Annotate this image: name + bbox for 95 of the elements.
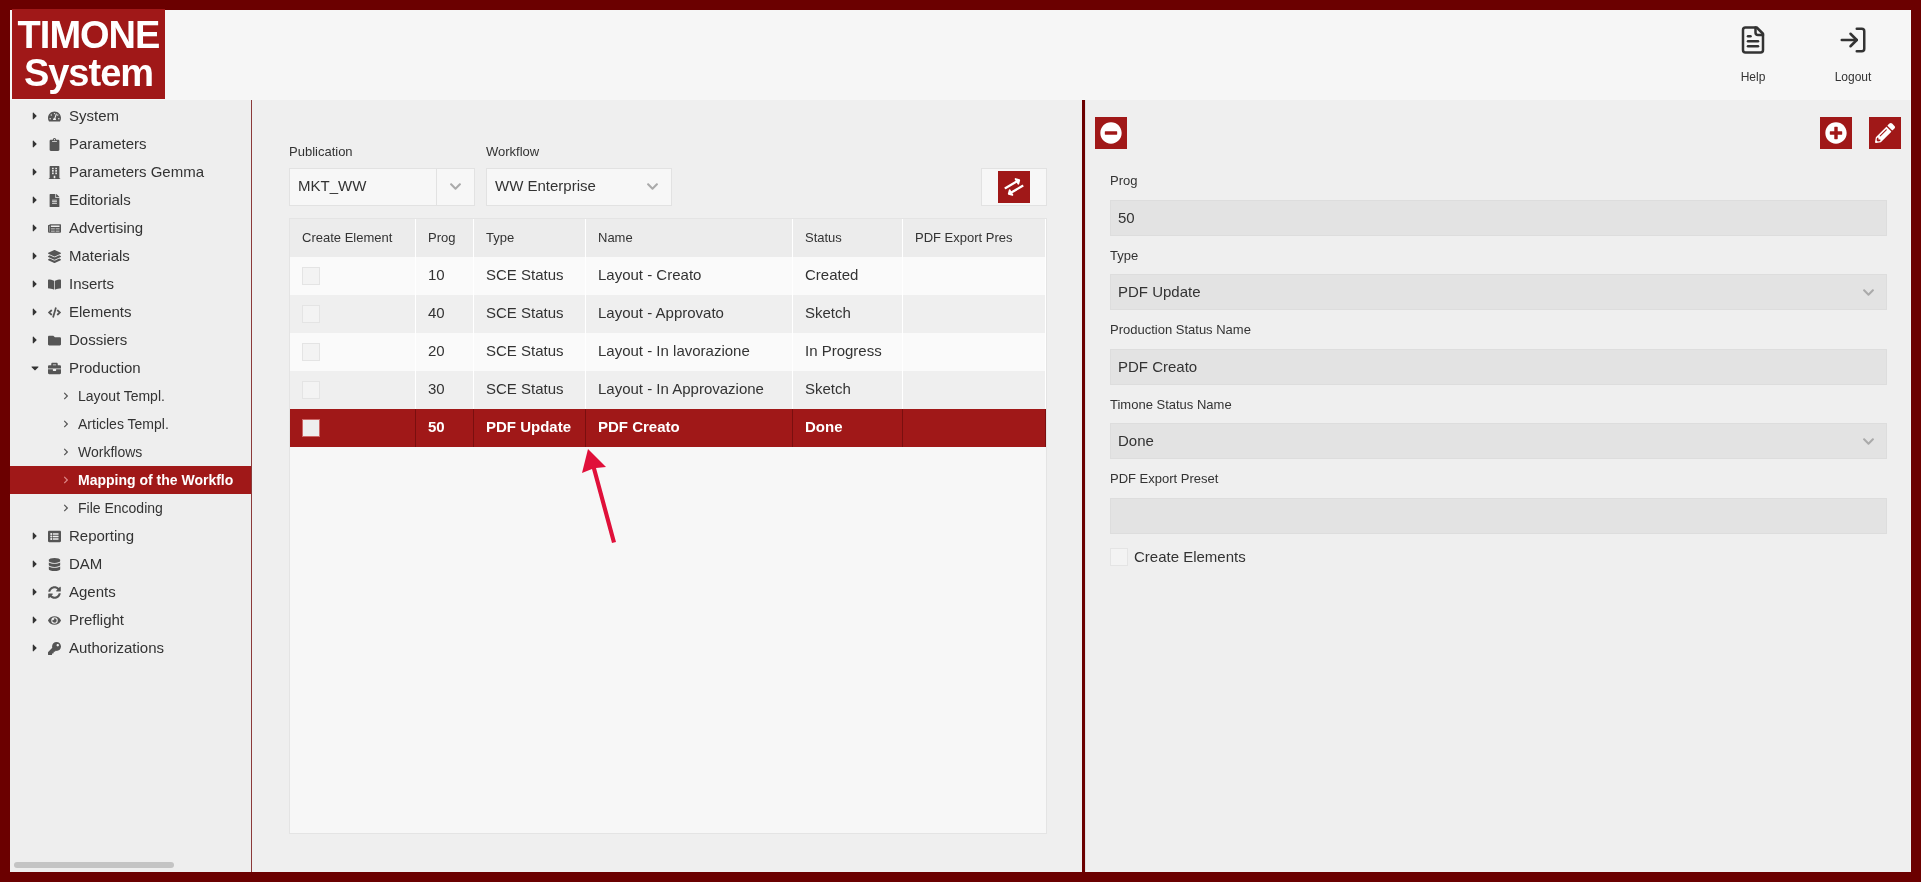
- sidebar-item[interactable]: Inserts: [10, 270, 251, 298]
- table-row[interactable]: 50 PDF Update PDF Creato Done: [290, 408, 1046, 447]
- table-cell-text: 30: [428, 379, 445, 400]
- chevron-icon: [62, 420, 70, 428]
- field-label: Timone Status Name: [1110, 395, 1233, 414]
- table-cell-text: In Progress: [805, 341, 882, 362]
- chevron-icon: [645, 180, 659, 193]
- sidebar-item[interactable]: Articles Templ.: [10, 410, 251, 438]
- sidebar-item[interactable]: Production: [10, 354, 251, 382]
- sidebar-item[interactable]: Editorials: [10, 186, 251, 214]
- sidebar-item[interactable]: Reporting: [10, 522, 251, 550]
- clipboard-icon: [48, 137, 61, 151]
- code-icon: [48, 305, 61, 319]
- chevron-icon: [62, 476, 70, 484]
- chevron-icon: [449, 180, 462, 193]
- field-label: Publication: [289, 143, 354, 161]
- add-button[interactable]: [1820, 117, 1852, 149]
- sidebar-item[interactable]: File Encoding: [10, 494, 251, 522]
- table-cell-text: Created: [805, 265, 859, 286]
- sidebar-item[interactable]: Agents: [10, 578, 251, 606]
- document-icon: [48, 193, 61, 207]
- newspaper-icon: [48, 221, 61, 235]
- sidebar-item[interactable]: Elements: [10, 298, 251, 326]
- table-cell-text: SCE Status: [486, 341, 564, 362]
- eye-icon: [48, 613, 61, 627]
- column-header[interactable]: Create Element: [290, 218, 416, 257]
- key-icon: [48, 641, 61, 655]
- column-header[interactable]: PDF Export Pres: [903, 218, 1046, 257]
- table-cell-text: Layout - In lavorazione: [598, 341, 750, 362]
- table-cell-text: SCE Status: [486, 379, 564, 400]
- table-cell-text: SCE Status: [486, 303, 564, 324]
- column-header[interactable]: Status: [793, 218, 903, 257]
- sidebar-item[interactable]: Mapping of the Workflo: [10, 466, 251, 494]
- table-cell-text: Sketch: [805, 379, 851, 400]
- input-field[interactable]: 50: [1110, 199, 1887, 236]
- table-cell-text: Layout - Creato: [598, 265, 702, 286]
- table-cell-text: PDF Creato: [598, 417, 680, 438]
- checkbox-label: Create Elements: [1134, 546, 1246, 567]
- book-icon: [48, 277, 61, 291]
- building-icon: [48, 165, 61, 179]
- table-row[interactable]: 30 SCE Status Layout - In Approvazione Sketch: [290, 370, 1046, 409]
- sidebar-item[interactable]: Dossiers: [10, 326, 251, 354]
- select-field[interactable]: PDF Update: [1110, 274, 1887, 310]
- sync-icon: [48, 585, 61, 599]
- sidebar-item[interactable]: Parameters: [10, 130, 251, 158]
- pencil-icon: [1875, 123, 1895, 143]
- chevron-icon: [62, 448, 70, 456]
- list-icon: [48, 529, 61, 543]
- table-cell-text: 20: [428, 341, 445, 362]
- logout-button[interactable]: Logout: [1803, 10, 1903, 100]
- table-cell-text: Layout - Approvato: [598, 303, 724, 324]
- select-field[interactable]: Done: [1110, 423, 1887, 459]
- logo: TIMONE System: [12, 9, 165, 99]
- sidebar-item[interactable]: Parameters Gemma: [10, 158, 251, 186]
- table-cell-text: Done: [805, 417, 843, 438]
- chevron-icon: [62, 392, 70, 400]
- table-cell-text: PDF Update: [486, 417, 571, 438]
- table-cell-text: 50: [428, 417, 445, 438]
- table-cell-text: 40: [428, 303, 445, 324]
- sidebar-item[interactable]: Preflight: [10, 606, 251, 634]
- table-cell-text: Sketch: [805, 303, 851, 324]
- field-label: PDF Export Preset: [1110, 470, 1220, 488]
- table-cell-text: SCE Status: [486, 265, 564, 286]
- sidebar-item[interactable]: Workflows: [10, 438, 251, 466]
- sidebar-item[interactable]: System: [10, 102, 251, 130]
- field-label: Production Status Name: [1110, 321, 1252, 339]
- field-label: Prog: [1110, 172, 1139, 190]
- refresh-button[interactable]: [981, 167, 1047, 206]
- sidebar-item[interactable]: Authorizations: [10, 634, 251, 662]
- column-header[interactable]: Type: [474, 218, 586, 257]
- sidebar-item[interactable]: Advertising: [10, 214, 251, 242]
- table-cell-text: 10: [428, 265, 445, 286]
- input-field[interactable]: PDF Creato: [1110, 348, 1887, 385]
- column-header[interactable]: Prog: [416, 218, 474, 257]
- field-label: Type: [1110, 246, 1140, 265]
- help-button[interactable]: Help: [1703, 10, 1803, 100]
- gauge-icon: [48, 109, 61, 123]
- database-icon: [48, 557, 61, 571]
- field-label: Workflow: [486, 143, 541, 161]
- sidebar-item[interactable]: Layout Templ.: [10, 382, 251, 410]
- edit-button[interactable]: [1869, 117, 1901, 149]
- sidebar-item[interactable]: DAM: [10, 550, 251, 578]
- checkbox[interactable]: [302, 418, 320, 437]
- folder-icon: [48, 333, 61, 347]
- chevron-icon: [62, 504, 70, 512]
- table-cell-text: Layout - In Approvazione: [598, 379, 764, 400]
- sidebar-item[interactable]: Materials: [10, 242, 251, 270]
- table-row[interactable]: 40 SCE Status Layout - Approvato Sketch: [290, 294, 1046, 333]
- dropdown[interactable]: MKT_WW: [289, 167, 475, 206]
- column-header[interactable]: Name: [586, 218, 793, 257]
- briefcase-icon: [48, 361, 61, 375]
- layers-icon: [48, 249, 61, 263]
- dropdown[interactable]: WW Enterprise: [486, 167, 672, 206]
- remove-button[interactable]: [1095, 117, 1127, 149]
- scrollbar[interactable]: [14, 862, 174, 868]
